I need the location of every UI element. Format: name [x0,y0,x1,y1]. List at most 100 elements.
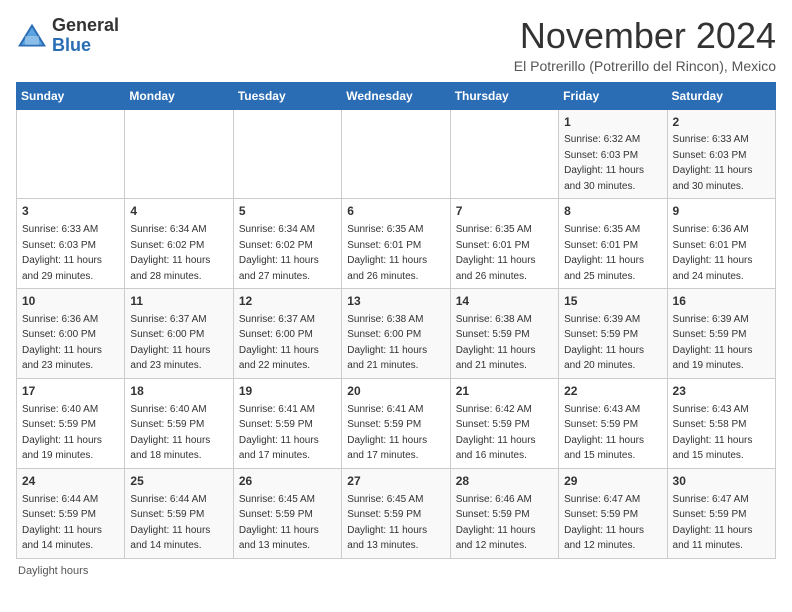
calendar-cell: 19 Sunrise: 6:41 AMSunset: 5:59 PMDayligh… [233,378,341,468]
day-header-sunday: Sunday [17,82,125,109]
calendar-cell: 18 Sunrise: 6:40 AMSunset: 5:59 PMDayligh… [125,378,233,468]
day-info: Sunrise: 6:38 AMSunset: 5:59 PMDaylight:… [456,314,536,372]
day-info: Sunrise: 6:36 AMSunset: 6:00 PMDaylight:… [22,314,102,372]
day-header-wednesday: Wednesday [342,82,450,109]
logo-blue: Blue [52,36,119,56]
week-row-1: 3Sunrise: 6:33 AMSunset: 6:03 PMDaylight… [17,199,776,289]
calendar-cell: 4 Sunrise: 6:34 AMSunset: 6:02 PMDaylight… [125,199,233,289]
day-info: Sunrise: 6:40 AMSunset: 5:59 PMDaylight:… [130,404,210,462]
calendar-cell: 11 Sunrise: 6:37 AMSunset: 6:00 PMDayligh… [125,289,233,379]
day-number: 17 [22,383,119,400]
day-info: Sunrise: 6:33 AMSunset: 6:03 PMDaylight:… [673,134,753,192]
day-number: 21 [456,383,553,400]
day-info: Sunrise: 6:34 AMSunset: 6:02 PMDaylight:… [239,224,319,282]
day-number: 24 [22,473,119,490]
day-info: Sunrise: 6:35 AMSunset: 6:01 PMDaylight:… [564,224,644,282]
calendar-cell: 21 Sunrise: 6:42 AMSunset: 5:59 PMDayligh… [450,378,558,468]
day-number: 26 [239,473,336,490]
calendar-cell: 23 Sunrise: 6:43 AMSunset: 5:58 PMDayligh… [667,378,775,468]
week-row-0: 1 Sunrise: 6:32 AMSunset: 6:03 PMDaylight… [17,109,776,199]
day-number: 13 [347,293,444,310]
day-header-saturday: Saturday [667,82,775,109]
day-info: Sunrise: 6:34 AMSunset: 6:02 PMDaylight:… [130,224,210,282]
day-info: Sunrise: 6:37 AMSunset: 6:00 PMDaylight:… [130,314,210,372]
calendar-cell: 29 Sunrise: 6:47 AMSunset: 5:59 PMDayligh… [559,468,667,558]
day-info: Sunrise: 6:44 AMSunset: 5:59 PMDaylight:… [130,494,210,552]
day-number: 19 [239,383,336,400]
footer: Daylight hours [16,565,776,577]
day-number: 10 [22,293,119,310]
logo-text: General Blue [52,16,119,56]
calendar-cell: 24 Sunrise: 6:44 AMSunset: 5:59 PMDayligh… [17,468,125,558]
calendar-cell: 26 Sunrise: 6:45 AMSunset: 5:59 PMDayligh… [233,468,341,558]
day-number: 20 [347,383,444,400]
calendar-cell: 9Sunrise: 6:36 AMSunset: 6:01 PMDaylight… [667,199,775,289]
calendar-cell: 14 Sunrise: 6:38 AMSunset: 5:59 PMDayligh… [450,289,558,379]
calendar-cell: 28 Sunrise: 6:46 AMSunset: 5:59 PMDayligh… [450,468,558,558]
calendar-cell: 20Sunrise: 6:41 AMSunset: 5:59 PMDayligh… [342,378,450,468]
day-number: 27 [347,473,444,490]
calendar-cell: 1 Sunrise: 6:32 AMSunset: 6:03 PMDaylight… [559,109,667,199]
day-header-monday: Monday [125,82,233,109]
calendar-cell: 15 Sunrise: 6:39 AMSunset: 5:59 PMDayligh… [559,289,667,379]
day-info: Sunrise: 6:47 AMSunset: 5:59 PMDaylight:… [564,494,644,552]
day-info: Sunrise: 6:32 AMSunset: 6:03 PMDaylight:… [564,134,644,192]
calendar-cell: 7 Sunrise: 6:35 AMSunset: 6:01 PMDaylight… [450,199,558,289]
title-block: November 2024 El Potrerillo (Potrerillo … [514,16,776,74]
day-number: 25 [130,473,227,490]
day-info: Sunrise: 6:44 AMSunset: 5:59 PMDaylight:… [22,494,102,552]
calendar-cell [125,109,233,199]
calendar-cell: 17 Sunrise: 6:40 AMSunset: 5:59 PMDayligh… [17,378,125,468]
day-info: Sunrise: 6:41 AMSunset: 5:59 PMDaylight:… [239,404,319,462]
calendar-table: SundayMondayTuesdayWednesdayThursdayFrid… [16,82,776,559]
calendar-cell: 27 Sunrise: 6:45 AMSunset: 5:59 PMDayligh… [342,468,450,558]
day-number: 5 [239,203,336,220]
day-info: Sunrise: 6:35 AMSunset: 6:01 PMDaylight:… [456,224,536,282]
day-header-tuesday: Tuesday [233,82,341,109]
logo-icon [16,22,48,50]
calendar-cell: 30Sunrise: 6:47 AMSunset: 5:59 PMDayligh… [667,468,775,558]
calendar-cell: 3Sunrise: 6:33 AMSunset: 6:03 PMDaylight… [17,199,125,289]
day-header-thursday: Thursday [450,82,558,109]
day-number: 18 [130,383,227,400]
day-number: 23 [673,383,770,400]
day-number: 11 [130,293,227,310]
day-number: 4 [130,203,227,220]
calendar-cell: 16Sunrise: 6:39 AMSunset: 5:59 PMDayligh… [667,289,775,379]
day-number: 8 [564,203,661,220]
day-number: 6 [347,203,444,220]
day-info: Sunrise: 6:33 AMSunset: 6:03 PMDaylight:… [22,224,102,282]
calendar-cell [233,109,341,199]
calendar-cell: 2 Sunrise: 6:33 AMSunset: 6:03 PMDaylight… [667,109,775,199]
day-number: 1 [564,114,661,131]
day-info: Sunrise: 6:43 AMSunset: 5:58 PMDaylight:… [673,404,753,462]
week-row-2: 10 Sunrise: 6:36 AMSunset: 6:00 PMDayligh… [17,289,776,379]
week-row-4: 24 Sunrise: 6:44 AMSunset: 5:59 PMDayligh… [17,468,776,558]
day-info: Sunrise: 6:45 AMSunset: 5:59 PMDaylight:… [239,494,319,552]
day-number: 7 [456,203,553,220]
day-number: 16 [673,293,770,310]
day-number: 29 [564,473,661,490]
day-number: 15 [564,293,661,310]
day-info: Sunrise: 6:40 AMSunset: 5:59 PMDaylight:… [22,404,102,462]
calendar-cell [450,109,558,199]
day-info: Sunrise: 6:42 AMSunset: 5:59 PMDaylight:… [456,404,536,462]
calendar-cell: 12Sunrise: 6:37 AMSunset: 6:00 PMDayligh… [233,289,341,379]
logo: General Blue [16,16,119,56]
calendar-cell: 22Sunrise: 6:43 AMSunset: 5:59 PMDayligh… [559,378,667,468]
day-number: 2 [673,114,770,131]
day-number: 28 [456,473,553,490]
logo-general: General [52,16,119,36]
day-info: Sunrise: 6:36 AMSunset: 6:01 PMDaylight:… [673,224,753,282]
day-number: 22 [564,383,661,400]
calendar-cell [342,109,450,199]
location-title: El Potrerillo (Potrerillo del Rincon), M… [514,58,776,74]
day-info: Sunrise: 6:45 AMSunset: 5:59 PMDaylight:… [347,494,427,552]
calendar-cell: 13Sunrise: 6:38 AMSunset: 6:00 PMDayligh… [342,289,450,379]
header-row: SundayMondayTuesdayWednesdayThursdayFrid… [17,82,776,109]
day-info: Sunrise: 6:39 AMSunset: 5:59 PMDaylight:… [564,314,644,372]
day-number: 30 [673,473,770,490]
day-info: Sunrise: 6:46 AMSunset: 5:59 PMDaylight:… [456,494,536,552]
day-info: Sunrise: 6:35 AMSunset: 6:01 PMDaylight:… [347,224,427,282]
day-number: 14 [456,293,553,310]
